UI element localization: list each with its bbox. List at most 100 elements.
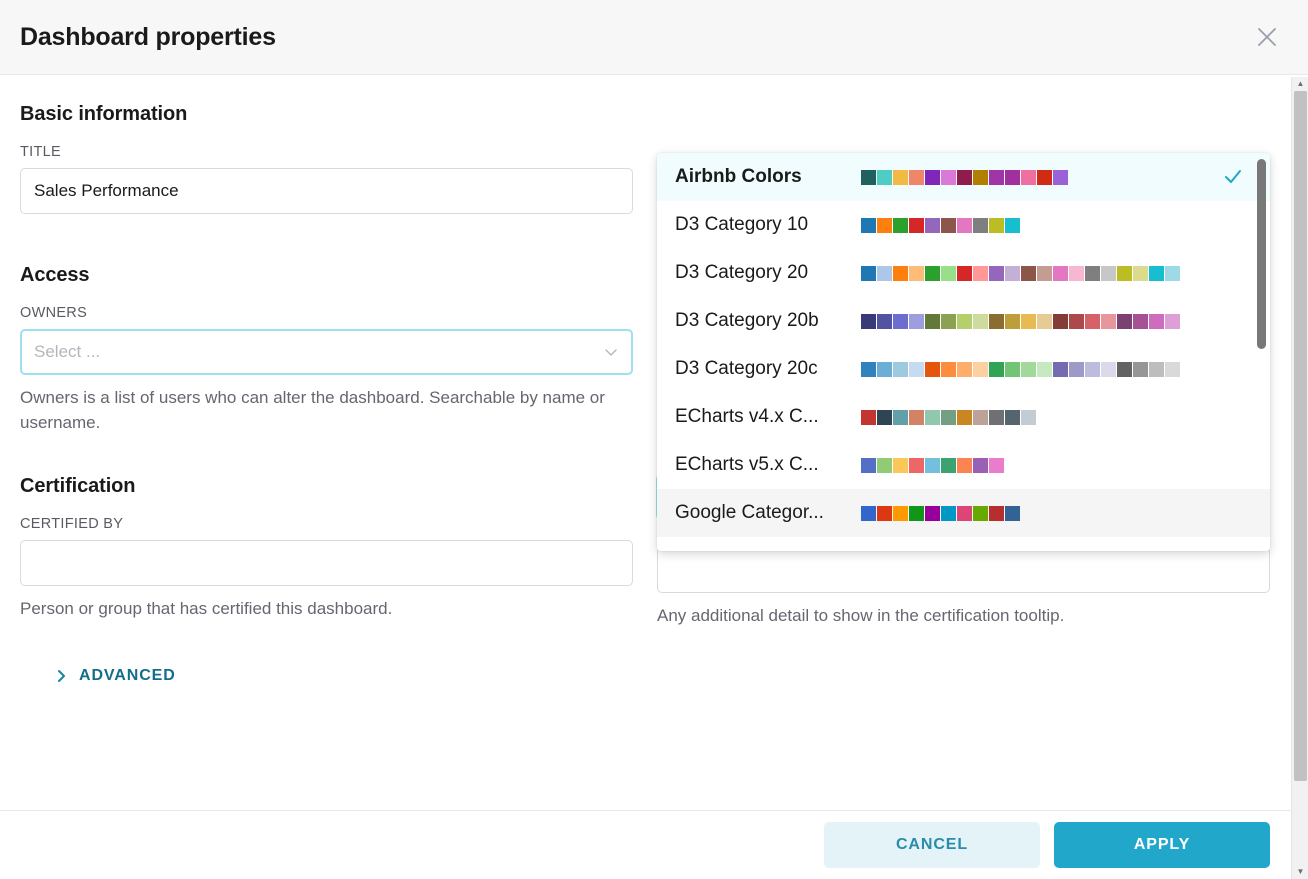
certified-by-input[interactable] — [20, 540, 633, 587]
color-scheme-option[interactable]: ECharts v4.x C... — [657, 393, 1270, 441]
color-swatch — [1053, 361, 1068, 377]
color-swatch — [1085, 313, 1100, 329]
color-swatch — [893, 313, 908, 329]
color-swatch — [877, 361, 892, 377]
chevron-right-icon — [54, 669, 68, 683]
color-swatch — [973, 313, 988, 329]
color-swatch — [941, 169, 956, 185]
color-swatch — [861, 169, 876, 185]
color-swatch — [989, 217, 1004, 233]
color-swatch — [877, 169, 892, 185]
color-swatch — [909, 505, 924, 521]
color-swatch — [1005, 265, 1020, 281]
color-scheme-option[interactable]: D3 Category 20b — [657, 297, 1270, 345]
color-swatch — [1005, 313, 1020, 329]
color-scheme-option[interactable]: Airbnb Colors — [657, 153, 1270, 201]
color-scheme-option-label: D3 Category 20 — [675, 262, 809, 283]
color-scheme-option[interactable]: ECharts v5.x C... — [657, 441, 1270, 489]
section-heading-basic-information: Basic information — [20, 103, 188, 125]
color-scheme-swatches — [861, 409, 1036, 425]
color-swatch — [1037, 313, 1052, 329]
close-icon[interactable] — [1250, 20, 1284, 54]
certified-by-field-label: CERTIFIED BY — [20, 516, 124, 533]
color-swatch — [973, 505, 988, 521]
color-swatch — [861, 505, 876, 521]
color-swatch — [989, 313, 1004, 329]
color-swatch — [1117, 265, 1132, 281]
certification-details-help-text: Any additional detail to show in the cer… — [657, 606, 1065, 625]
title-input[interactable] — [20, 168, 633, 214]
color-scheme-option-label: ECharts v5.x C... — [675, 454, 819, 475]
color-scheme-swatches — [861, 361, 1180, 377]
color-scheme-option[interactable]: Google Categor... — [657, 489, 1270, 537]
color-swatch — [893, 361, 908, 377]
color-scheme-dropdown[interactable]: Airbnb Colors D3 Category 10 D3 Category 2… — [657, 153, 1270, 551]
certified-by-help-text: Person or group that has certified this … — [20, 599, 393, 619]
color-swatch — [1005, 217, 1020, 233]
color-scheme-option[interactable]: D3 Category 20 — [657, 249, 1270, 297]
color-swatch — [1021, 409, 1036, 425]
color-swatch — [1021, 313, 1036, 329]
page-title: Dashboard properties — [20, 22, 276, 51]
cancel-button[interactable]: CANCEL — [824, 822, 1040, 868]
color-swatch — [909, 313, 924, 329]
color-swatch — [957, 265, 972, 281]
owners-help-text: Owners is a list of users who can alter … — [20, 388, 605, 432]
color-swatch — [861, 265, 876, 281]
color-swatch — [1037, 361, 1052, 377]
color-swatch — [1133, 265, 1148, 281]
color-swatch — [1005, 505, 1020, 521]
color-swatch — [877, 505, 892, 521]
owners-field-label: OWNERS — [20, 305, 88, 321]
advanced-toggle[interactable]: ADVANCED — [54, 667, 176, 685]
certification-details-input[interactable] — [657, 547, 1270, 593]
color-swatch — [1053, 313, 1068, 329]
color-swatch — [877, 457, 892, 473]
color-swatch — [925, 409, 940, 425]
color-scheme-option-label: D3 Category 20c — [675, 358, 818, 379]
color-swatch — [1149, 265, 1164, 281]
color-swatch — [1021, 265, 1036, 281]
color-swatch — [957, 361, 972, 377]
color-swatch — [989, 361, 1004, 377]
scroll-up-icon[interactable]: ▲ — [1292, 77, 1308, 91]
color-swatch — [861, 313, 876, 329]
color-swatch — [909, 169, 924, 185]
color-swatch — [957, 505, 972, 521]
color-swatch — [1149, 313, 1164, 329]
dropdown-scrollbar-thumb[interactable] — [1257, 159, 1266, 349]
title-field-label: TITLE — [20, 144, 61, 160]
color-swatch — [925, 169, 940, 185]
color-swatch — [957, 457, 972, 473]
color-swatch — [1117, 361, 1132, 377]
color-swatch — [893, 169, 908, 185]
page-scrollbar[interactable]: ▲ ▼ — [1291, 77, 1308, 879]
color-swatch — [925, 361, 940, 377]
owners-select[interactable]: Select ... — [20, 329, 633, 375]
color-swatch — [941, 361, 956, 377]
color-swatch — [1037, 265, 1052, 281]
color-swatch — [909, 217, 924, 233]
color-swatch — [989, 265, 1004, 281]
color-swatch — [861, 457, 876, 473]
color-swatch — [861, 409, 876, 425]
color-swatch — [1005, 169, 1020, 185]
apply-button[interactable]: APPLY — [1054, 822, 1270, 868]
color-scheme-option-label: D3 Category 10 — [675, 214, 809, 235]
color-scheme-option[interactable]: D3 Category 10 — [657, 201, 1270, 249]
color-swatch — [1005, 409, 1020, 425]
page-scrollbar-thumb[interactable] — [1294, 91, 1307, 781]
color-swatch — [1085, 265, 1100, 281]
color-swatch — [957, 313, 972, 329]
modal-footer: CANCEL APPLY — [0, 810, 1308, 879]
color-scheme-option-list[interactable]: Airbnb Colors D3 Category 10 D3 Category 2… — [657, 153, 1270, 551]
color-swatch — [989, 457, 1004, 473]
color-swatch — [925, 217, 940, 233]
color-swatch — [1005, 361, 1020, 377]
color-scheme-swatches — [861, 457, 1004, 473]
color-swatch — [893, 505, 908, 521]
color-scheme-option[interactable]: D3 Category 20c — [657, 345, 1270, 393]
color-scheme-option-label: ECharts v4.x C... — [675, 406, 819, 427]
color-swatch — [957, 217, 972, 233]
scroll-down-icon[interactable]: ▼ — [1292, 865, 1308, 879]
